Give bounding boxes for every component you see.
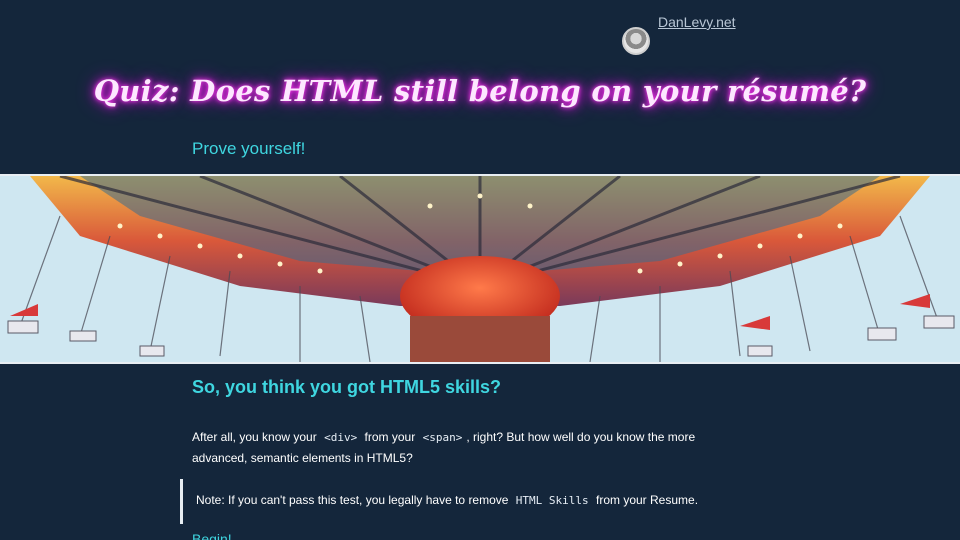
avatar[interactable] [622, 27, 650, 55]
code-div: <div> [324, 431, 358, 444]
carousel-illustration [0, 176, 960, 362]
section-heading: So, you think you got HTML5 skills? [192, 377, 502, 397]
note-text-1: Note: If you can't pass this test, you l… [196, 493, 509, 507]
begin-link[interactable]: Begin! [192, 531, 232, 540]
intro-paragraph: After all, you know your <div> from your… [192, 427, 752, 469]
note-blockquote: Note: If you can't pass this test, you l… [180, 479, 780, 524]
page-subtitle: Prove yourself! [192, 139, 306, 158]
code-span: <span> [422, 431, 463, 444]
code-html-skills: HTML Skills [515, 494, 589, 507]
intro-text-2: from your [364, 430, 416, 444]
site-link[interactable]: DanLevy.net [658, 14, 736, 30]
intro-text-1: After all, you know your [192, 430, 317, 444]
hero-image [0, 174, 960, 364]
note-text-2: from your Resume. [596, 493, 699, 507]
header-user: DanLevy.net [622, 14, 736, 55]
page-title: Quiz: Does HTML still belong on your rés… [93, 74, 867, 108]
